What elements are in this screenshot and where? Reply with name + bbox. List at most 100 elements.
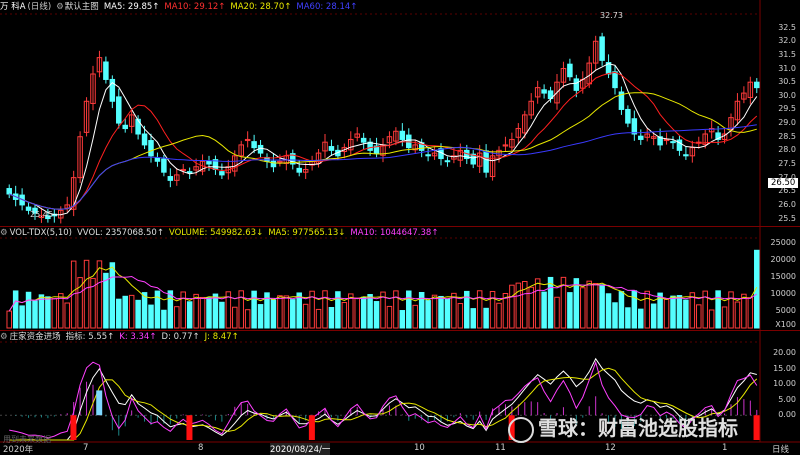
x-label-nov: 11 (495, 443, 506, 453)
volume-bar (489, 290, 496, 329)
entry-signal-bar (753, 415, 760, 440)
volume-bar (708, 309, 715, 329)
indicator-tick: 15.00 (773, 363, 796, 373)
indicator-tick: 20.00 (773, 348, 796, 358)
volume-bar (238, 290, 244, 329)
volume-bar (51, 298, 58, 329)
entry-signal-bar (186, 415, 193, 440)
volume-bar (25, 291, 32, 329)
stock-chart-canvas[interactable] (0, 0, 800, 454)
candle-body (573, 78, 580, 91)
volume-bar (283, 295, 290, 329)
candle-body (625, 108, 631, 124)
volume-bar (741, 293, 747, 329)
volume-bar (148, 304, 154, 329)
high-label: 32.73 (600, 11, 623, 20)
candle-body (206, 160, 212, 165)
candle-body (425, 154, 431, 157)
price-tick: 32.0 (778, 36, 796, 46)
volume-bar (257, 304, 264, 329)
candle-body (167, 176, 174, 181)
volume-bar (296, 292, 302, 329)
current-price-tag: 26.50 (768, 178, 799, 188)
price-tick: 30.5 (778, 77, 796, 87)
indicator-tick: 5.00 (778, 394, 796, 404)
candle-body (154, 157, 161, 162)
volume-bar (96, 260, 103, 329)
candle-body (612, 71, 618, 89)
volume-tick: 10000 (770, 289, 796, 299)
volume-bar (728, 291, 734, 329)
volume-bar (109, 262, 116, 329)
volume-bar (174, 306, 180, 329)
volume-bar (638, 308, 644, 329)
candle-body (670, 141, 676, 144)
volume-bar (721, 306, 728, 329)
volume-bar (277, 295, 283, 329)
candle-body (270, 160, 277, 168)
price-tick: 32.5 (778, 22, 796, 32)
volume-bar (180, 291, 186, 329)
entry-signal-bar (70, 415, 77, 440)
volume-bar (580, 287, 586, 329)
volume-bar (573, 278, 580, 329)
volume-bar (625, 307, 631, 329)
candle-body (360, 137, 367, 143)
volume-bar (399, 310, 406, 329)
volume-bar (663, 298, 670, 329)
volume-bar (19, 305, 25, 329)
candle-body (328, 146, 335, 151)
volume-bar (483, 307, 489, 329)
volume-bar (251, 290, 257, 329)
price-tick: 30.0 (778, 90, 796, 100)
volume-bar (715, 290, 721, 329)
candle-body (541, 89, 547, 94)
volume-bar (406, 290, 412, 329)
volume-bar (599, 284, 605, 329)
candle-body (406, 134, 412, 149)
candle-body (754, 81, 760, 89)
volume-bar (696, 304, 702, 329)
volume-bar (348, 293, 354, 329)
x-label-jul: 7 (83, 443, 89, 453)
volume-bar (167, 290, 174, 329)
volume-bar (547, 276, 554, 329)
volume-bar (386, 305, 393, 329)
price-tick: 29.5 (778, 104, 796, 114)
volume-bar (128, 294, 135, 329)
volume-bar (193, 293, 199, 329)
price-tick: 31.5 (778, 49, 796, 59)
volume-bar (631, 290, 638, 329)
volume-bar (612, 302, 618, 329)
volume-bar (244, 309, 251, 329)
volume-bar (496, 302, 502, 329)
volume-tick: 5000 (775, 306, 796, 316)
volume-bar (650, 303, 657, 329)
volume-bar (367, 294, 373, 329)
volume-bar (64, 302, 70, 329)
volume-bar (412, 304, 418, 329)
volume-bar (32, 300, 38, 329)
volume-bar (747, 297, 754, 329)
volume-bar (586, 280, 592, 329)
volume-tick: 15000 (770, 272, 796, 282)
volume-bar (451, 292, 457, 329)
volume-bar (290, 299, 296, 329)
candle-body (638, 135, 644, 140)
price-tick: 31.0 (778, 63, 796, 73)
candle-body (122, 124, 128, 130)
candle-body (186, 171, 193, 174)
candle-body (116, 96, 122, 124)
volume-bar (425, 300, 431, 329)
candle-body (219, 171, 225, 176)
candle-body (483, 150, 489, 173)
volume-bar (186, 301, 193, 329)
volume-bar (219, 301, 225, 329)
volume-bar (6, 310, 12, 329)
volume-bar (161, 309, 167, 329)
x-label-period[interactable]: 日线 (772, 443, 789, 455)
price-tick: 27.5 (778, 159, 796, 168)
candle-body (444, 160, 451, 163)
x-label-aug: 8 (198, 443, 204, 453)
volume-bar (335, 291, 341, 329)
